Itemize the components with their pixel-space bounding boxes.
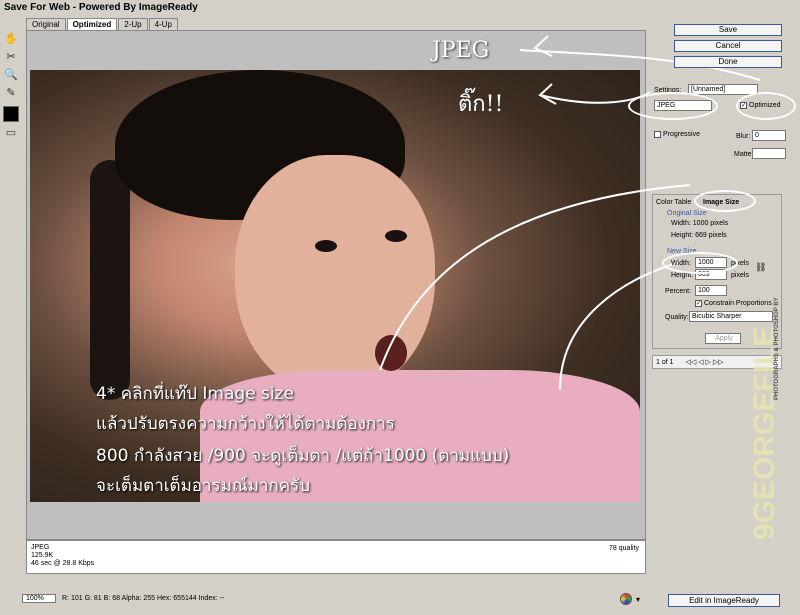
watermark-credit: PHOTOGRAPHS & PHOTOSHOP BY <box>774 297 780 400</box>
original-height: Height: 669 pixels <box>671 232 727 239</box>
highlight-image-size-tab <box>694 190 756 212</box>
matte-label: Matte: <box>734 151 754 158</box>
apply-button[interactable]: Apply <box>705 333 741 344</box>
color-readout: R: 101 G: 81 B: 68 Alpha: 255 Hex: 65514… <box>62 594 225 602</box>
browser-menu-icon[interactable]: ▾ <box>636 595 640 604</box>
original-size-label: Original Size <box>667 210 707 217</box>
zoom-select[interactable]: 100% <box>22 593 56 603</box>
status-quality: 78 quality <box>609 545 639 552</box>
annotation-line-2: แล้วปรับตรงความกว้างให้ได้ตามต้องการ <box>96 414 395 434</box>
original-width: Width: 1000 pixels <box>671 220 729 227</box>
tab-color-table[interactable]: Color Table <box>656 198 691 207</box>
percent-label: Percent: <box>665 288 692 295</box>
annotation-tick: ติ๊ก!! <box>458 92 504 117</box>
status-bar: 100% R: 101 G: 81 B: 68 Alpha: 255 Hex: … <box>0 590 660 606</box>
blur-label: Blur: <box>736 133 751 140</box>
status-size: 125.9K <box>31 552 54 559</box>
optimization-info: JPEG 125.9K 46 sec @ 28.8 Kbps 78 qualit… <box>26 540 646 574</box>
cancel-button[interactable]: Cancel <box>674 40 782 52</box>
highlight-optimized <box>736 92 796 120</box>
annotation-line-1: 4* คลิกที่แท๊ป Image size <box>96 384 294 404</box>
browser-preview-icon[interactable] <box>620 593 632 605</box>
status-format: JPEG <box>31 544 50 551</box>
checkbox-icon <box>654 130 661 138</box>
watermark: 9GEORGEFILE PHOTOGRAPHS & PHOTOSHOP BY <box>740 240 800 540</box>
progressive-label: Progressive <box>663 131 700 138</box>
progressive-checkbox[interactable]: Progressive <box>654 130 700 139</box>
edit-in-imageready-button[interactable]: Edit in ImageReady <box>668 594 780 607</box>
check-icon: ✓ <box>695 299 702 307</box>
nav-arrows-icon[interactable]: ◁◁ ◁ ▷ ▷▷ <box>685 359 723 366</box>
preset-select[interactable]: [Unnamed] <box>688 84 758 95</box>
matte-select[interactable] <box>752 148 786 159</box>
status-time: 46 sec @ 28.8 Kbps <box>31 560 95 567</box>
frame-count: 1 of 1 <box>656 359 674 366</box>
highlight-width <box>662 252 738 274</box>
blur-input[interactable]: 0 <box>752 130 786 141</box>
annotation-line-4: จะเต็มตาเต็มอารมณ์มากครับ <box>96 476 310 496</box>
percent-input[interactable]: 100 <box>695 285 727 296</box>
done-button[interactable]: Done <box>674 56 782 68</box>
annotation-line-3: 800 กำลังสวย /900 จะดูเต็มตา /แต่ถ้า1000… <box>96 446 510 466</box>
annotation-jpeg: JPEG <box>432 38 490 63</box>
save-button[interactable]: Save <box>674 24 782 36</box>
highlight-format <box>628 92 718 120</box>
quality-label: Quality: <box>665 314 689 321</box>
